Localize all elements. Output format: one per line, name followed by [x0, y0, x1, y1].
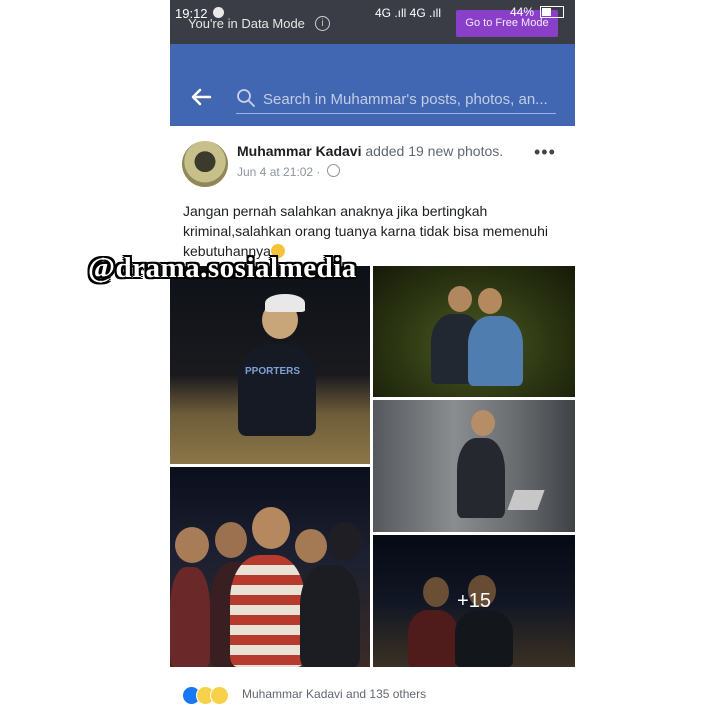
photo-2[interactable]: [373, 266, 575, 397]
data-mode-text: You're in Data Mode: [188, 16, 305, 31]
facebook-header: [170, 44, 575, 126]
back-arrow-icon[interactable]: [190, 86, 212, 108]
post-timestamp[interactable]: Jun 4 at 21:02: [237, 165, 313, 179]
photo-1[interactable]: PPORTERS: [170, 266, 370, 464]
more-photos-count[interactable]: +15: [373, 535, 575, 667]
photo-3[interactable]: [373, 400, 575, 532]
watermark: @drama.sosialmedia: [88, 252, 357, 284]
battery-percent: 44%: [510, 5, 535, 19]
battery-icon: [540, 6, 564, 18]
author-name[interactable]: Muhammar Kadavi: [237, 143, 361, 159]
sad-icon: [210, 686, 229, 705]
caption-text: Jangan pernah salahkan anaknya jika bert…: [183, 203, 548, 259]
photo-5[interactable]: +15: [373, 535, 575, 667]
network-indicator: 4G .ıll 4G .ıll: [375, 6, 442, 20]
phone-screen: 19:12 You're in Data Mode i 4G .ıll 4G .…: [170, 0, 575, 720]
reactions-text[interactable]: Muhammar Kadavi and 135 others: [242, 687, 426, 701]
post-header-line: Muhammar Kadavi added 19 new photos.: [237, 143, 503, 159]
globe-icon: [326, 164, 340, 177]
search-input[interactable]: [263, 88, 553, 110]
info-icon[interactable]: i: [315, 16, 330, 31]
avatar[interactable]: [182, 141, 228, 187]
more-options-icon[interactable]: •••: [534, 142, 556, 163]
meta-separator: ·: [316, 165, 321, 179]
post-meta: Jun 4 at 21:02 ·: [237, 164, 340, 179]
search-underline: [236, 113, 556, 114]
search-icon: [237, 89, 255, 107]
post-action: added 19 new photos.: [365, 143, 504, 159]
post-card: Muhammar Kadavi added 19 new photos. •••…: [170, 126, 575, 720]
status-bar: 19:12 You're in Data Mode i 4G .ıll 4G .…: [170, 0, 575, 44]
photo-4[interactable]: [170, 467, 370, 667]
